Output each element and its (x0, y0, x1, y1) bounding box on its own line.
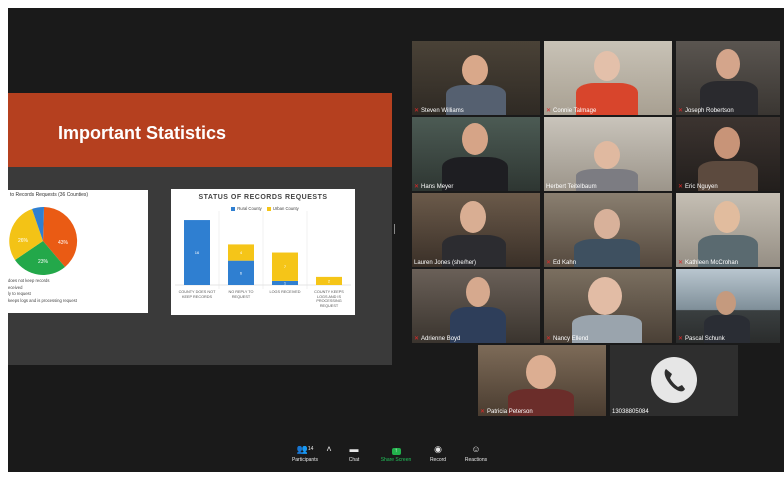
video-tile[interactable]: ✕ Kathleen McCrohan (676, 193, 780, 267)
participant-name: ✕ Adrienne Boyd (414, 336, 461, 342)
muted-mic-icon: ✕ (546, 108, 552, 114)
video-tile[interactable]: ✕ Eric Nguyen (676, 117, 780, 191)
muted-mic-icon: ✕ (678, 260, 684, 266)
share-screen-label: Share Screen (380, 457, 412, 463)
participant-name: ✕ Eric Nguyen (678, 184, 718, 190)
participants-count: 14 (307, 446, 314, 452)
meeting-toolbar: 👥14 Participants ˄ ▬ Chat ↑ Share Screen… (8, 440, 784, 472)
pie-label-yellow: 26% (18, 238, 29, 244)
participants-label: Participants (291, 457, 319, 463)
pie-chart-card: to Records Requests (36 Counties) 43% 23… (8, 190, 148, 313)
participants-icon: 👥 (296, 444, 308, 454)
muted-mic-icon: ✕ (546, 260, 552, 266)
bar-chart: 1664172 (175, 211, 351, 289)
bar-data-label: 16 (195, 250, 200, 255)
muted-mic-icon: ✕ (546, 336, 552, 342)
record-label: Record (429, 457, 447, 463)
muted-mic-icon: ✕ (678, 184, 684, 190)
split-view-divider[interactable] (394, 224, 395, 234)
phone-handset-icon (664, 369, 685, 392)
slide-title: Important Statistics (58, 123, 227, 143)
muted-mic-icon: ✕ (678, 336, 684, 342)
chat-icon: ▬ (349, 444, 359, 454)
chat-button[interactable]: ▬ Chat (342, 444, 366, 463)
participant-name: Lauren Jones (she/her) (414, 260, 477, 266)
pie-label-green: 23% (38, 259, 49, 265)
video-tile[interactable]: ✕ Hans Meyer (412, 117, 540, 191)
pie-legend: does not keep records eceived ly to requ… (8, 278, 77, 304)
video-tile[interactable]: ✕ Adrienne Boyd (412, 269, 540, 343)
slide-title-banner: Important Statistics (8, 93, 392, 167)
bar-category-label: NO REPLY TO REQUEST (228, 290, 254, 299)
participant-name: ✕ Patricia Peterson (480, 409, 533, 415)
bar-chart-card: STATUS OF RECORDS REQUESTS Rural County … (171, 189, 355, 315)
phone-icon (651, 357, 697, 403)
video-tile[interactable]: ✕ Steven Williams (412, 41, 540, 115)
participants-menu-chevron[interactable]: ˄ (324, 444, 334, 456)
reactions-icon: ☺ (471, 444, 481, 454)
reactions-label: Reactions (464, 457, 488, 463)
bar-category-label: LOGS RECEIVED (269, 290, 301, 294)
participant-name: ✕ Nancy Ellend (546, 336, 589, 342)
video-tile[interactable]: ✕ Patricia Peterson (478, 345, 606, 416)
pie-chart: 43% 23% 26% (9, 206, 78, 275)
participant-name: ✕ Steven Williams (414, 108, 464, 114)
participants-button[interactable]: 👥14 Participants (288, 444, 322, 463)
chat-label: Chat (348, 457, 360, 463)
participant-name: ✕ Connie Talmage (546, 108, 597, 114)
muted-mic-icon: ✕ (414, 336, 420, 342)
share-screen-icon: ↑ (391, 448, 401, 455)
video-tile[interactable]: ✕ Nancy Ellend (544, 269, 672, 343)
record-icon: ◉ (434, 444, 442, 454)
window-bottom-margin (0, 472, 784, 503)
bar-category-label: COUNTY KEEPS LOGS AND IS PROCESSING REQU… (314, 290, 344, 308)
shared-slide: Important Statistics to Records Requests… (8, 93, 392, 365)
muted-mic-icon: ✕ (414, 108, 420, 114)
muted-mic-icon: ✕ (414, 184, 420, 190)
participant-name: ✕ Ed Kahn (546, 260, 577, 266)
pie-label-orange: 43% (58, 240, 69, 246)
bar-category-label: COUNTY DOES NOT KEEP RECORDS (178, 290, 216, 299)
video-tile[interactable]: ✕ Joseph Robertson (676, 41, 780, 115)
phone-participant-tile[interactable]: 13038805084 (610, 345, 738, 416)
participant-name: ✕ Joseph Robertson (678, 108, 734, 114)
video-tile[interactable]: ✕ Connie Talmage (544, 41, 672, 115)
chevron-up-icon: ˄ (326, 444, 332, 454)
share-screen-button[interactable]: ↑ Share Screen (376, 444, 416, 463)
participant-name: ✕ Hans Meyer (414, 184, 454, 190)
participant-name: ✕ Kathleen McCrohan (678, 260, 739, 266)
video-tile[interactable]: ✕ Pascal Schunk (676, 269, 780, 343)
pie-legend-item: keeps logs and is processing request (8, 297, 77, 303)
record-button[interactable]: ◉ Record (424, 444, 452, 463)
video-tile-active-speaker[interactable]: Lauren Jones (she/her) (412, 193, 540, 267)
participant-name: ✕ Pascal Schunk (678, 336, 725, 342)
video-tile[interactable]: ✕ Ed Kahn (544, 193, 672, 267)
video-tile[interactable]: Herbert Teitelbaum (544, 117, 672, 191)
muted-mic-icon: ✕ (678, 108, 684, 114)
reactions-button[interactable]: ☺ Reactions (460, 444, 492, 463)
participant-name: Herbert Teitelbaum (546, 184, 597, 190)
muted-mic-icon: ✕ (480, 409, 486, 415)
phone-participant-number: 13038805084 (612, 409, 649, 415)
